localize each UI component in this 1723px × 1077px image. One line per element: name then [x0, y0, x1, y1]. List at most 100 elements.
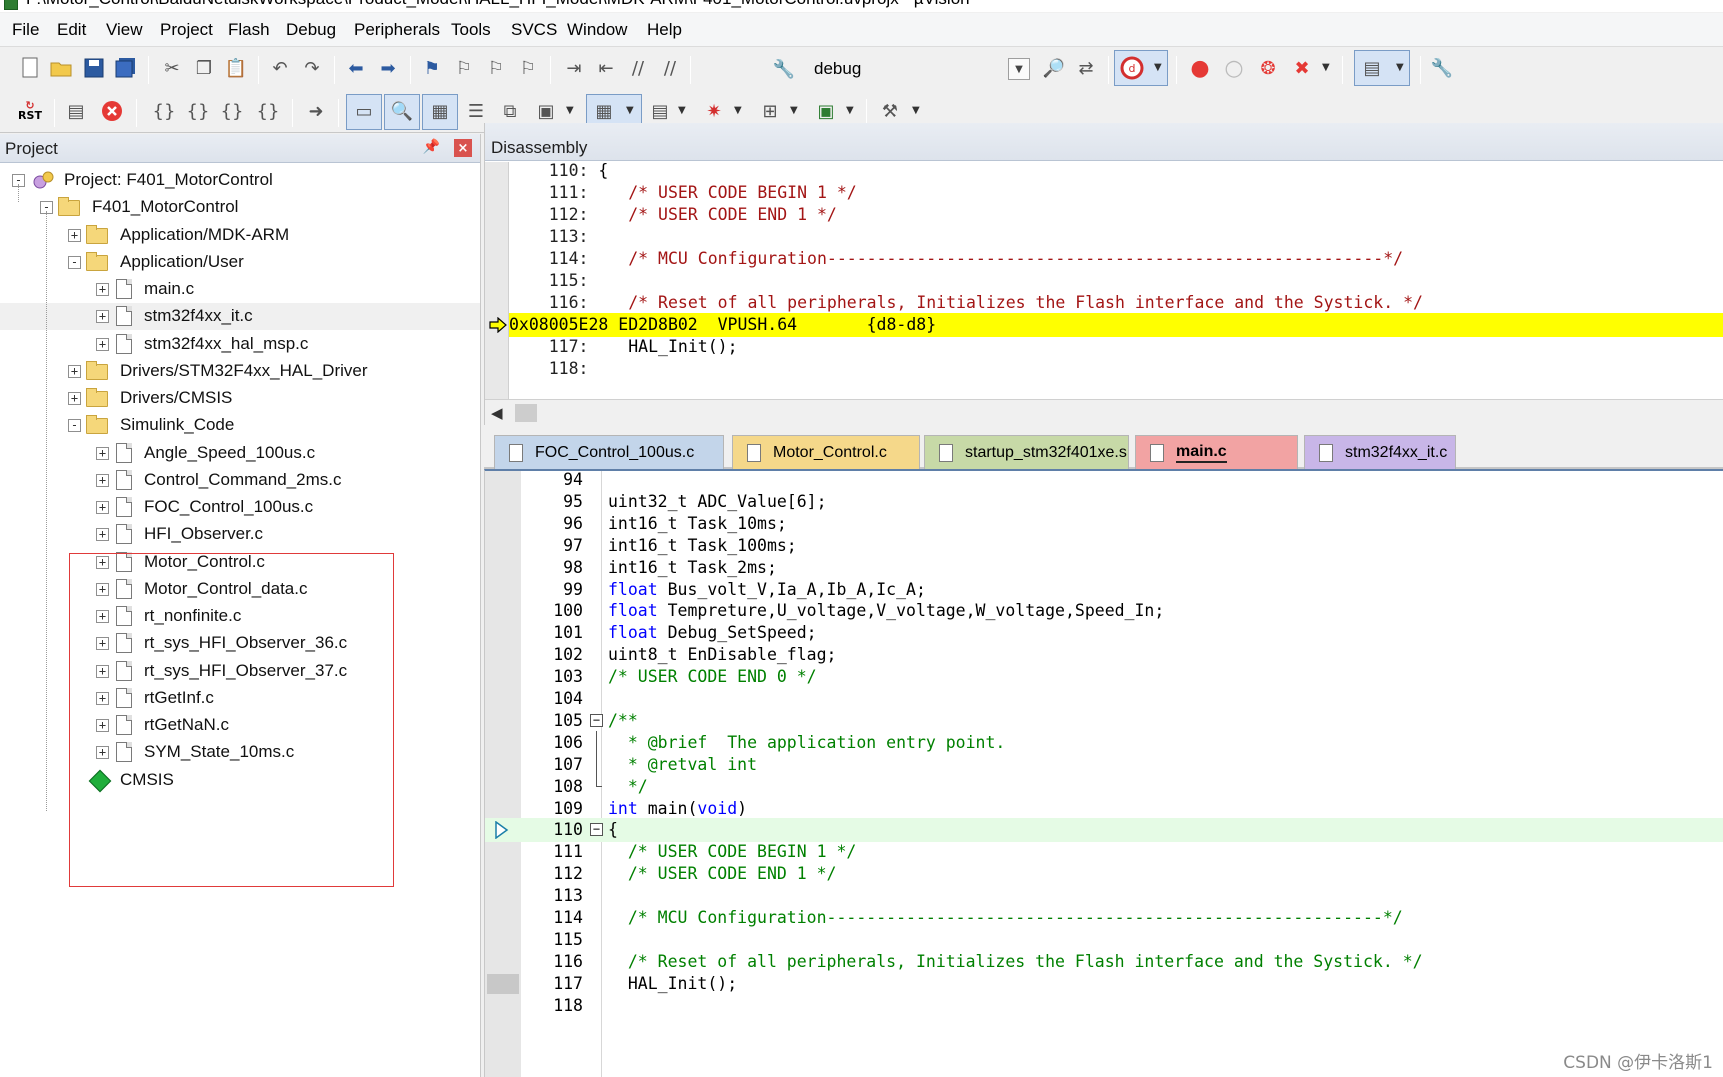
- editor-line[interactable]: 108 */: [485, 774, 1723, 799]
- tab-motor-control-c[interactable]: Motor_Control.c: [732, 435, 920, 469]
- redo-icon[interactable]: ↷: [298, 54, 326, 82]
- chevron-down-icon[interactable]: ▼: [1154, 62, 1162, 73]
- expand-icon[interactable]: +: [96, 555, 109, 569]
- run-icon[interactable]: ▤: [62, 97, 90, 125]
- tree-file[interactable]: + rtGetInf.c: [0, 685, 480, 712]
- reset-cpu-button[interactable]: ↻ RST: [16, 97, 44, 125]
- tree-cmsis[interactable]: CMSIS: [0, 767, 480, 794]
- chevron-down-icon[interactable]: ▼: [1396, 62, 1404, 73]
- tree-group[interactable]: - Simulink_Code: [0, 412, 480, 439]
- editor-line[interactable]: 107 * @retval int: [485, 752, 1723, 777]
- expand-icon[interactable]: +: [96, 528, 109, 542]
- disassembly-source-line[interactable]: 112: /* USER CODE END 1 */: [509, 203, 1723, 227]
- tree-file[interactable]: + HFI_Observer.c: [0, 521, 480, 548]
- clear-bookmarks-icon[interactable]: ⚐: [514, 54, 542, 82]
- editor-line[interactable]: 101 float Debug_SetSpeed;: [485, 621, 1723, 645]
- expand-icon[interactable]: +: [96, 610, 109, 623]
- horizontal-scrollbar[interactable]: ◀: [485, 399, 1723, 425]
- tree-group[interactable]: + Drivers/STM32F4xx_HAL_Driver: [0, 358, 480, 385]
- stop-icon[interactable]: [98, 97, 126, 125]
- collapse-icon[interactable]: -: [68, 419, 81, 433]
- tree-file[interactable]: + rt_nonfinite.c: [0, 603, 480, 630]
- trace-window-icon[interactable]: ⊞: [756, 97, 784, 125]
- disassembly-source-line[interactable]: 116: /* Reset of all peripherals, Initia…: [509, 291, 1723, 315]
- copy-icon[interactable]: ❐: [190, 54, 218, 82]
- expand-icon[interactable]: +: [96, 582, 109, 596]
- scrollbar-thumb[interactable]: [515, 404, 537, 422]
- kill-breakpoints-icon[interactable]: ✖: [1288, 54, 1316, 82]
- editor-line[interactable]: 102 uint8_t EnDisable_flag;: [485, 643, 1723, 667]
- editor-line[interactable]: 99 float Bus_volt_V,Ia_A,Ib_A,Ic_A;: [485, 578, 1723, 602]
- tree-group[interactable]: + Drivers/CMSIS: [0, 385, 480, 412]
- editor-line[interactable]: 95 uint32_t ADC_Value[6];: [485, 490, 1723, 514]
- expand-icon[interactable]: +: [96, 691, 109, 705]
- collapse-icon[interactable]: -: [68, 255, 81, 269]
- menu-item-edit[interactable]: Edit: [55, 20, 88, 40]
- expand-icon[interactable]: +: [96, 501, 109, 514]
- chevron-down-icon[interactable]: ▼: [790, 105, 798, 116]
- expand-icon[interactable]: +: [96, 719, 109, 732]
- menu-item-view[interactable]: View: [104, 20, 145, 40]
- menu-item-svcs[interactable]: SVCS: [509, 20, 559, 40]
- tree-file[interactable]: + main.c: [0, 276, 480, 303]
- tab-startup-stm32f401xe-s[interactable]: startup_stm32f401xe.s: [924, 435, 1129, 469]
- disable-breakpoints-icon[interactable]: ❂: [1254, 54, 1282, 82]
- editor-line[interactable]: 114 /* MCU Configuration----------------…: [485, 906, 1723, 930]
- registers-window-icon[interactable]: ☰: [462, 97, 490, 125]
- editor-line[interactable]: 116 /* Reset of all peripherals, Initial…: [485, 950, 1723, 974]
- menu-item-flash[interactable]: Flash: [226, 20, 272, 40]
- insert-breakpoint-icon[interactable]: ●: [1186, 54, 1214, 82]
- tree-file[interactable]: + Motor_Control_data.c: [0, 576, 480, 603]
- expand-icon[interactable]: +: [96, 664, 109, 678]
- tree-file[interactable]: + rt_sys_HFI_Observer_36.c: [0, 630, 480, 657]
- expand-icon[interactable]: +: [96, 446, 109, 460]
- disassembly-body[interactable]: 110: { 111: /* USER CODE BEGIN 1 */ 112:…: [485, 162, 1723, 399]
- chevron-down-icon[interactable]: ▼: [1008, 58, 1030, 80]
- tree-file[interactable]: + Control_Command_2ms.c: [0, 467, 480, 494]
- editor-line[interactable]: 100 float Tempreture,U_voltage,V_voltage,…: [485, 599, 1723, 623]
- expand-icon[interactable]: +: [96, 310, 109, 324]
- analysis-window-icon[interactable]: ✷: [700, 97, 728, 125]
- menu-item-peripherals[interactable]: Peripherals: [352, 20, 442, 40]
- editor-line[interactable]: 111 /* USER CODE BEGIN 1 */: [485, 840, 1723, 864]
- editor-line[interactable]: 118: [485, 994, 1723, 1018]
- editor-line[interactable]: 94: [485, 468, 1723, 492]
- step-into-icon[interactable]: {}: [150, 97, 178, 125]
- system-viewer-icon[interactable]: ▣: [812, 97, 840, 125]
- tree-file[interactable]: + rtGetNaN.c: [0, 712, 480, 739]
- tree-file[interactable]: + FOC_Control_100us.c: [0, 494, 480, 521]
- editor-line[interactable]: 97 int16_t Task_100ms;: [485, 534, 1723, 558]
- chevron-down-icon[interactable]: ▼: [734, 105, 742, 116]
- disassembly-source-line[interactable]: 110: {: [509, 162, 1723, 183]
- bookmark-icon[interactable]: ⚑: [418, 54, 446, 82]
- editor-line[interactable]: 96 int16_t Task_10ms;: [485, 512, 1723, 536]
- indent-icon[interactable]: ⇥: [560, 54, 588, 82]
- disassembly-source-line[interactable]: 115:: [509, 269, 1723, 293]
- disassembly-source-line[interactable]: 111: /* USER CODE BEGIN 1 */: [509, 181, 1723, 205]
- editor-line[interactable]: 115: [485, 928, 1723, 952]
- show-next-statement-icon[interactable]: ➜: [302, 97, 330, 125]
- call-stack-icon[interactable]: ⧉: [496, 97, 524, 125]
- tree-file[interactable]: + stm32f4xx_it.c: [0, 303, 480, 331]
- expand-icon[interactable]: +: [96, 337, 109, 351]
- tree-file[interactable]: + Angle_Speed_100us.c: [0, 440, 480, 467]
- expand-icon[interactable]: +: [96, 283, 109, 296]
- undo-icon[interactable]: ↶: [266, 54, 294, 82]
- editor-line[interactable]: 117 HAL_Init();: [485, 972, 1723, 996]
- uncomment-icon[interactable]: //: [656, 54, 684, 82]
- save-icon[interactable]: [80, 54, 108, 82]
- unindent-icon[interactable]: ⇤: [592, 54, 620, 82]
- disassembly-current-instruction[interactable]: 0x08005E28 ED2D8B02 VPUSH.64 {d8-d8}: [509, 313, 1723, 337]
- tree-file[interactable]: + Motor_Control.c: [0, 549, 480, 576]
- pin-icon[interactable]: 📌: [423, 139, 440, 155]
- tab-main-c[interactable]: main.c: [1135, 435, 1298, 469]
- disassembly-source-line[interactable]: 113:: [509, 225, 1723, 249]
- editor-line[interactable]: 105 /** −: [485, 709, 1723, 733]
- editor-line[interactable]: 109 int main(void): [485, 797, 1723, 821]
- editor-line[interactable]: 112 /* USER CODE END 1 */: [485, 862, 1723, 886]
- serial-window-icon[interactable]: ▤: [646, 97, 674, 125]
- menu-item-debug[interactable]: Debug: [284, 20, 338, 40]
- menu-item-window[interactable]: Window: [565, 20, 629, 40]
- disassembly-source-line[interactable]: 118:: [509, 357, 1723, 381]
- watch-window-icon[interactable]: ▣: [532, 97, 560, 125]
